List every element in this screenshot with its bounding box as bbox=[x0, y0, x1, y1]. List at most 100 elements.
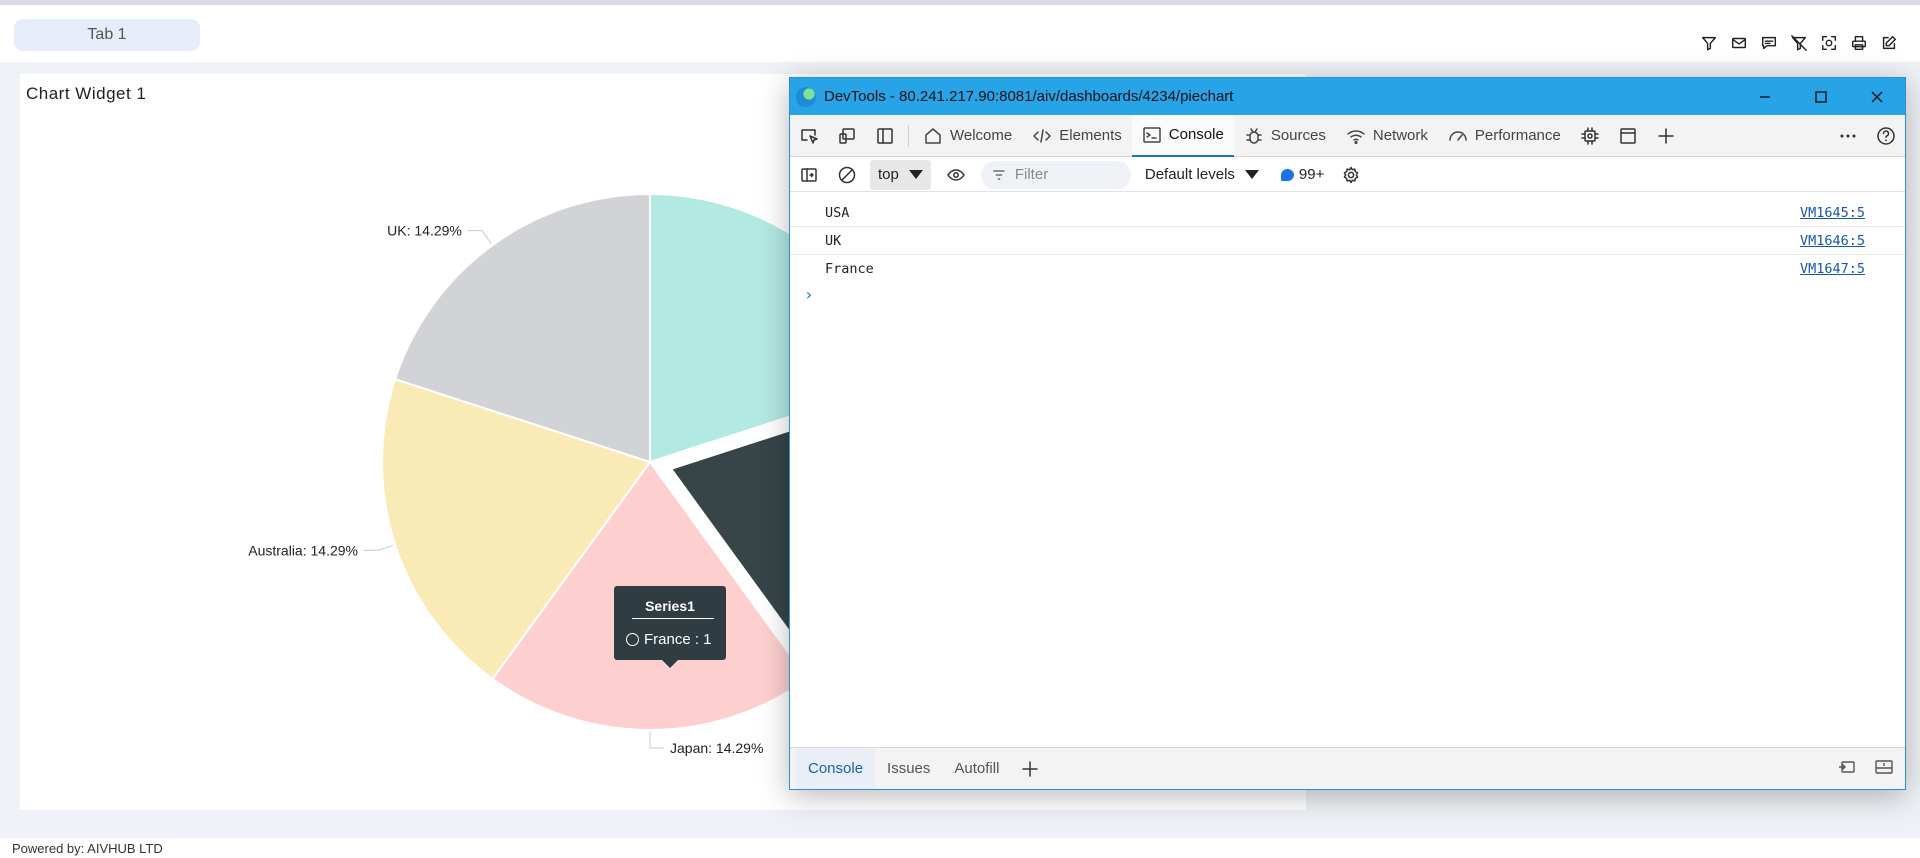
tab-1[interactable]: Tab 1 bbox=[14, 19, 200, 51]
console-icon bbox=[1143, 126, 1161, 143]
gauge-icon bbox=[1449, 130, 1467, 141]
maximize-button[interactable] bbox=[1793, 78, 1849, 115]
device-emulation-button[interactable] bbox=[828, 117, 866, 155]
drawer-tab-autofill[interactable]: Autofill bbox=[942, 749, 1011, 789]
memory-tab-button[interactable] bbox=[1571, 117, 1609, 155]
eye-icon bbox=[947, 168, 965, 181]
live-expression-button[interactable] bbox=[937, 156, 975, 194]
chart-tooltip: Series1 France : 1 bbox=[614, 586, 726, 668]
label-connector bbox=[649, 732, 664, 749]
drawer-tab-issues[interactable]: Issues bbox=[875, 749, 942, 789]
log-levels-label: Default levels bbox=[1144, 166, 1235, 183]
log-row: France VM1647:5 bbox=[790, 255, 1905, 283]
tab-elements-label: Elements bbox=[1059, 127, 1122, 144]
console-prompt-icon[interactable]: › bbox=[804, 285, 814, 304]
console-sidebar-button[interactable] bbox=[790, 156, 828, 194]
drawer-add-button[interactable] bbox=[1011, 750, 1049, 788]
drawer-tab-console[interactable]: Console bbox=[796, 748, 876, 789]
log-levels-dropdown[interactable]: Default levels bbox=[1145, 166, 1259, 183]
device-icon bbox=[839, 127, 855, 144]
log-source-link[interactable]: VM1645:5 bbox=[1800, 205, 1865, 221]
dock-drawer-icon[interactable] bbox=[1837, 756, 1859, 778]
tooltip-value: France : 1 bbox=[644, 631, 712, 648]
tab-console-label: Console bbox=[1168, 126, 1224, 143]
filter-box bbox=[980, 160, 1131, 189]
inspect-icon bbox=[801, 128, 818, 144]
print-icon[interactable] bbox=[1848, 32, 1870, 54]
close-button[interactable] bbox=[1849, 78, 1905, 115]
filter-input[interactable] bbox=[1014, 166, 1115, 183]
slice-label-australia: Australia: 14.29% bbox=[248, 542, 358, 558]
filter-icon[interactable] bbox=[1698, 32, 1720, 54]
label-connector bbox=[467, 230, 492, 244]
clear-filter-icon[interactable] bbox=[1788, 32, 1810, 54]
log-message: USA bbox=[825, 205, 850, 221]
dashboard-topbar: Tab 1 bbox=[0, 5, 1920, 62]
dock-side-button[interactable] bbox=[866, 117, 904, 155]
tooltip-divider bbox=[632, 618, 714, 619]
gear-icon bbox=[1344, 166, 1359, 183]
log-row: USA VM1645:5 bbox=[790, 199, 1905, 227]
dropdown-arrow-icon bbox=[1244, 170, 1259, 179]
dashboard-toolbar bbox=[1698, 29, 1900, 57]
tab-network-label: Network bbox=[1372, 127, 1428, 144]
tab-elements[interactable]: Elements bbox=[1022, 115, 1132, 157]
block-icon bbox=[838, 166, 856, 183]
tab-sources[interactable]: Sources bbox=[1234, 115, 1336, 157]
tab-performance[interactable]: Performance bbox=[1438, 115, 1571, 157]
application-tab-button[interactable] bbox=[1609, 117, 1647, 155]
tooltip-series-name: Series1 bbox=[645, 598, 695, 614]
log-message: France bbox=[825, 261, 874, 277]
console-settings-button[interactable] bbox=[1332, 156, 1370, 194]
drawer-controls bbox=[1837, 756, 1895, 778]
home-icon bbox=[925, 127, 941, 144]
context-selector[interactable]: top bbox=[870, 159, 931, 190]
clear-console-button[interactable] bbox=[828, 156, 866, 194]
log-source-link[interactable]: VM1647:5 bbox=[1800, 261, 1865, 277]
console-output[interactable]: USA VM1645:5 UK VM1646:5 France VM1647:5… bbox=[790, 193, 1905, 743]
message-bubble-icon bbox=[1280, 168, 1294, 181]
slice-label-japan: Japan: 14.29% bbox=[670, 740, 763, 756]
maximize-icon bbox=[1815, 90, 1827, 103]
drawer-tabbar: Console Issues Autofill bbox=[790, 747, 1905, 789]
window-icon bbox=[1620, 127, 1636, 144]
label-connector bbox=[363, 544, 394, 551]
devtools-titlebar[interactable]: DevTools - 80.241.217.90:8081/aiv/dashbo… bbox=[790, 78, 1905, 115]
chip-icon bbox=[1581, 126, 1599, 145]
tooltip-row: France : 1 bbox=[626, 631, 712, 648]
tab-separator bbox=[908, 124, 909, 147]
customize-button[interactable] bbox=[1829, 117, 1867, 155]
wifi-icon bbox=[1347, 129, 1365, 144]
message-count-value: 99+ bbox=[1298, 166, 1325, 183]
tab-welcome[interactable]: Welcome bbox=[913, 115, 1022, 157]
context-value: top bbox=[878, 166, 899, 183]
more-tools-button[interactable] bbox=[1647, 117, 1685, 155]
plus-icon bbox=[1658, 127, 1674, 144]
log-source-link[interactable]: VM1646:5 bbox=[1800, 233, 1865, 249]
close-drawer-icon[interactable] bbox=[1873, 756, 1895, 778]
sidebar-toggle-icon bbox=[801, 167, 817, 182]
tab-network[interactable]: Network bbox=[1336, 115, 1438, 157]
screenshot-icon[interactable] bbox=[1818, 32, 1840, 54]
inspect-element-button[interactable] bbox=[790, 117, 828, 155]
help-button[interactable] bbox=[1867, 117, 1905, 155]
devtools-window: DevTools - 80.241.217.90:8081/aiv/dashbo… bbox=[789, 77, 1906, 790]
tab-console[interactable]: Console bbox=[1131, 114, 1234, 157]
code-icon bbox=[1033, 128, 1051, 143]
comment-icon[interactable] bbox=[1758, 32, 1780, 54]
powered-by-text: Powered by: AIVHUB LTD bbox=[12, 841, 163, 856]
dropdown-arrow-icon bbox=[908, 170, 923, 179]
bug-icon bbox=[1246, 127, 1262, 144]
minimize-button[interactable] bbox=[1737, 78, 1793, 115]
devtools-title: DevTools - 80.241.217.90:8081/aiv/dashbo… bbox=[824, 88, 1234, 105]
edit-icon[interactable] bbox=[1878, 32, 1900, 54]
devtools-tabbar: Welcome Elements Console Sources Network… bbox=[790, 114, 1905, 157]
message-count[interactable]: 99+ bbox=[1280, 166, 1325, 183]
close-icon bbox=[1871, 91, 1883, 102]
slice-label-uk: UK: 14.29% bbox=[387, 223, 462, 239]
log-message: UK bbox=[825, 233, 842, 249]
email-icon[interactable] bbox=[1728, 32, 1750, 54]
console-filterbar: top Default levels 99+ bbox=[790, 158, 1905, 192]
circle-marker-icon bbox=[626, 633, 639, 646]
tab-welcome-label: Welcome bbox=[950, 127, 1013, 144]
